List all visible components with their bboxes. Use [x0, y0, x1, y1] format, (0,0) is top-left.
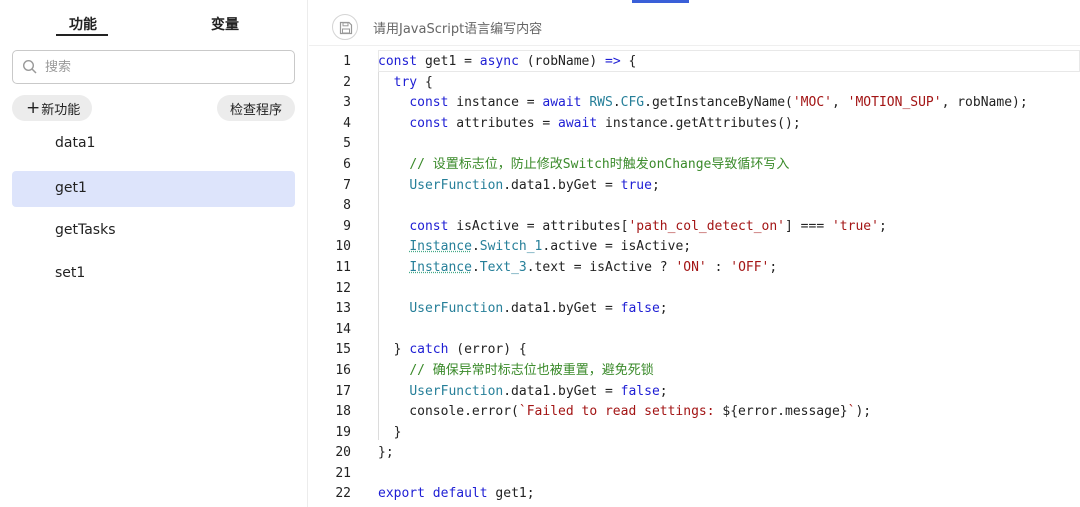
- line-number: 17: [335, 383, 351, 399]
- line-number: 20: [335, 445, 351, 461]
- search-input[interactable]: [45, 56, 285, 78]
- tab-variables[interactable]: 变量: [211, 14, 239, 34]
- sidebar: 功能 变量 + 新功能 检查程序 data1 get1 getTasks set…: [0, 0, 308, 507]
- tab-bar: 功能 变量: [0, 0, 308, 42]
- code-text: UserFunction.data1.byGet = false;: [409, 383, 668, 399]
- code-text: console.error(`Failed to read settings: …: [378, 404, 872, 420]
- function-item-label: data1: [55, 135, 96, 151]
- code-text: const isActive = attributes['path_col_de…: [409, 218, 887, 234]
- code-text: Instance.Switch_1.active = isActive;: [409, 239, 692, 255]
- save-button[interactable]: [332, 14, 358, 40]
- function-item-label: set1: [55, 265, 86, 281]
- line-number: 6: [343, 156, 351, 172]
- search-box[interactable]: [12, 50, 295, 84]
- function-item-set1[interactable]: set1: [12, 256, 295, 292]
- line-number: 10: [335, 239, 351, 255]
- code-text: }: [378, 424, 402, 440]
- code-text: try {: [393, 74, 433, 90]
- line-number: 11: [335, 259, 351, 275]
- line-number: 4: [343, 115, 351, 131]
- new-function-label: 新功能: [41, 102, 81, 118]
- line-number: 9: [343, 218, 351, 234]
- editor-header: 请用JavaScript语言编写内容: [309, 6, 1080, 46]
- code-text: const get1 = async (robName) => {: [378, 54, 637, 69]
- code-text: export default get1;: [378, 486, 535, 502]
- line-number: 18: [335, 404, 351, 420]
- tab-active-indicator: [56, 34, 108, 36]
- function-item-getTasks[interactable]: getTasks: [12, 213, 295, 249]
- line-number: 13: [335, 301, 351, 317]
- code-editor[interactable]: 请用JavaScript语言编写内容 1 const get1 = async (…: [309, 0, 1080, 507]
- line-number: 3: [343, 95, 351, 111]
- line-number: 12: [335, 280, 351, 296]
- line-number: 8: [343, 198, 351, 214]
- check-program-button[interactable]: 检查程序: [217, 95, 295, 121]
- function-item-label: getTasks: [55, 222, 116, 238]
- line-number: 16: [335, 362, 351, 378]
- code-text: };: [378, 445, 394, 461]
- line-number: 14: [335, 321, 351, 337]
- function-item-label: get1: [55, 180, 87, 196]
- code-text: UserFunction.data1.byGet = true;: [409, 177, 660, 193]
- line-number: 22: [335, 486, 351, 502]
- function-item-data1[interactable]: data1: [12, 126, 295, 162]
- plus-icon: +: [26, 97, 41, 118]
- code-text: // 确保异常时标志位也被重置，避免死锁: [409, 362, 654, 378]
- line-number: 15: [335, 342, 351, 358]
- code-text: Instance.Text_3.text = isActive ? 'ON' :…: [409, 259, 778, 275]
- search-icon: [22, 59, 38, 75]
- code-text: const attributes = await instance.getAtt…: [409, 115, 801, 131]
- code-text: // 设置标志位，防止修改Switch时触发onChange导致循环写入: [409, 156, 790, 172]
- function-item-get1[interactable]: get1: [12, 171, 295, 207]
- save-icon: [339, 21, 353, 35]
- line-number: 2: [343, 74, 351, 90]
- code-text: UserFunction.data1.byGet = false;: [409, 301, 668, 317]
- code-text: } catch (error) {: [378, 342, 527, 358]
- line-number: 19: [335, 424, 351, 440]
- code-text: const instance = await RWS.CFG.getInstan…: [409, 95, 1028, 111]
- tab-functions[interactable]: 功能: [69, 14, 97, 34]
- line-number: 1: [343, 54, 351, 69]
- line-number: 21: [335, 465, 351, 481]
- line-number: 7: [343, 177, 351, 193]
- editor-hint: 请用JavaScript语言编写内容: [373, 22, 543, 37]
- new-function-button[interactable]: + 新功能: [12, 95, 92, 121]
- line-number: 5: [343, 136, 351, 152]
